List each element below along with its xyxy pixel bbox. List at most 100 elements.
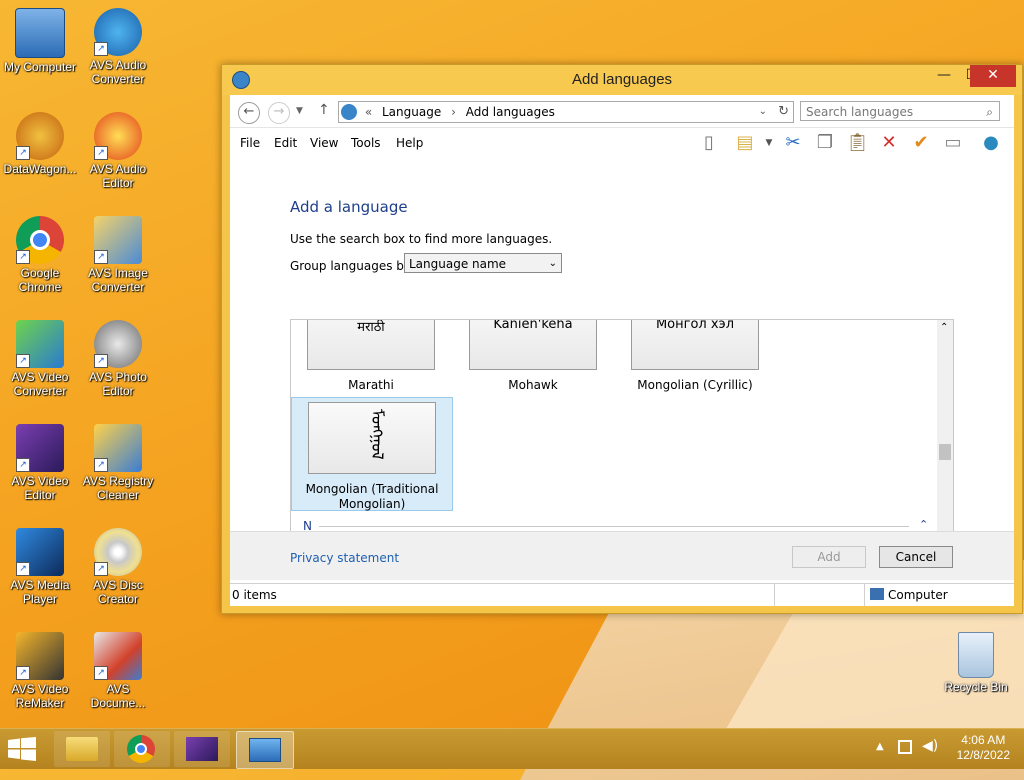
language-tile-preview: ᠮᠣᠩᠭᠣᠯ xyxy=(308,402,436,474)
layout-pane-icon[interactable]: ▯ xyxy=(698,132,720,154)
volume-icon[interactable]: ◀) xyxy=(922,738,938,754)
cancel-button[interactable]: Cancel xyxy=(879,546,953,568)
address-bar[interactable]: « Language › Add languages ⌄ ↻ xyxy=(338,101,794,123)
photo-editor-icon: ↗ xyxy=(94,320,142,368)
desktop-icon-label: AVS Photo Editor xyxy=(89,370,147,398)
system-clock[interactable]: 4:06 AM 12/8/2022 xyxy=(957,733,1010,763)
network-icon[interactable] xyxy=(898,740,912,754)
group-by-label: Group languages by: xyxy=(290,259,415,273)
vertical-scrollbar[interactable]: ⌃ ⌄ xyxy=(937,320,953,549)
desktop-icon-avs-video-converter[interactable]: ↗ AVS Video Converter xyxy=(0,320,80,398)
dialog-footer: Privacy statement Add Cancel xyxy=(230,531,1014,580)
search-placeholder: Search languages xyxy=(806,105,914,119)
forward-button[interactable]: → xyxy=(268,102,290,124)
taskbar-chrome[interactable] xyxy=(114,731,170,767)
scrollbar-thumb[interactable] xyxy=(939,444,951,460)
video-remaker-icon: ↗ xyxy=(16,632,64,680)
group-by-select[interactable]: Language name ⌄ xyxy=(404,253,562,273)
scroll-up-icon[interactable]: ⌃ xyxy=(940,322,948,333)
collapse-chevron-icon[interactable]: ⌃ xyxy=(919,518,928,531)
language-native-name: मराठी xyxy=(357,320,385,335)
taskbar-file-explorer[interactable] xyxy=(54,731,110,767)
registry-cleaner-icon: ↗ xyxy=(94,424,142,472)
clock-date: 12/8/2022 xyxy=(956,748,1010,762)
window-title: Add languages xyxy=(571,71,673,88)
window-titlebar[interactable]: Add languages — ☐ ✕ xyxy=(222,65,1022,95)
search-input[interactable]: Search languages ⌕ xyxy=(800,101,1000,121)
refresh-icon[interactable]: ↻ xyxy=(778,102,789,122)
desktop-icon-avs-video-remaker[interactable]: ↗ AVS Video ReMaker xyxy=(0,632,80,710)
recent-locations-chevron-icon[interactable]: ▼ xyxy=(296,106,303,116)
film-strip-icon: ↗ xyxy=(16,424,64,472)
desktop-icon-avs-video-editor[interactable]: ↗ AVS Video Editor xyxy=(0,424,80,502)
language-tile-preview: मराठी xyxy=(307,320,435,370)
language-tile-mongolian-traditional[interactable]: ᠮᠣᠩᠭᠣᠯ Mongolian (Traditional Mongolian) xyxy=(291,397,453,511)
menu-tools[interactable]: Tools xyxy=(351,136,381,150)
menu-help[interactable]: Help xyxy=(396,136,423,150)
forward-arrow-icon: → xyxy=(273,104,285,119)
desktop-icon-datawagon[interactable]: ↗ DataWagon... xyxy=(0,112,80,176)
language-native-name: Монгол хэл xyxy=(655,319,735,332)
search-hint-text: Use the search box to find more language… xyxy=(290,232,553,246)
window-client-area: ← → ▼ ↑ « Language › Add languages ⌄ ↻ S… xyxy=(230,95,1014,606)
cut-icon[interactable]: ✂ xyxy=(782,132,804,154)
chrome-icon: ↗ xyxy=(16,216,64,264)
desktop-icon-avs-disc-creator[interactable]: ↗ AVS Disc Creator xyxy=(78,528,158,606)
chevron-down-icon: ⌄ xyxy=(548,258,557,269)
control-panel-icon xyxy=(249,738,281,762)
desktop-icon-avs-image-converter[interactable]: ↗ AVS Image Converter xyxy=(78,216,158,294)
chrome-center-icon xyxy=(135,743,147,755)
copy-icon[interactable]: ❐ xyxy=(814,132,836,154)
menu-edit[interactable]: Edit xyxy=(274,136,297,150)
menu-view[interactable]: View xyxy=(310,136,338,150)
desktop-icon-avs-document-converter[interactable]: ↗ AVS Docume... xyxy=(78,632,158,710)
language-tile-marathi[interactable]: मराठी Marathi xyxy=(291,320,451,392)
paste-icon[interactable]: 📋︎ xyxy=(846,132,869,154)
up-arrow-icon[interactable]: ↑ xyxy=(318,102,330,118)
desktop-icon-my-computer[interactable]: My Computer xyxy=(0,8,80,74)
address-overflow[interactable]: « xyxy=(365,102,372,122)
desktop-icon-avs-photo-editor[interactable]: ↗ AVS Photo Editor xyxy=(78,320,158,398)
recycle-bin-icon xyxy=(958,632,994,678)
breadcrumb-language[interactable]: Language xyxy=(382,102,441,122)
desktop-icon-label: Google Chrome xyxy=(18,266,62,294)
menu-bar: File Edit View Tools Help ▯ ▤ ▼ ✂ ❐ 📋︎ ✕… xyxy=(230,128,1014,159)
checkmark-icon[interactable]: ✔ xyxy=(910,132,932,154)
privacy-statement-link[interactable]: Privacy statement xyxy=(290,551,399,565)
close-button[interactable]: ✕ xyxy=(970,65,1016,87)
language-tile-preview: Kanien'kéha xyxy=(469,320,597,370)
show-hidden-icons-icon[interactable]: ▲ xyxy=(876,741,884,752)
desktop-icon-label: AVS Media Player xyxy=(10,578,70,606)
taskbar-control-panel[interactable] xyxy=(236,731,294,769)
desktop-icon-recycle-bin[interactable]: Recycle Bin xyxy=(936,632,1016,694)
desktop-icon-avs-registry-cleaner[interactable]: ↗ AVS Registry Cleaner xyxy=(78,424,158,502)
language-tile-mohawk[interactable]: Kanien'kéha Mohawk xyxy=(453,320,613,392)
start-button[interactable] xyxy=(8,737,38,761)
desktop-icon-avs-audio-editor[interactable]: ↗ AVS Audio Editor xyxy=(78,112,158,190)
desktop-icon-avs-audio-converter[interactable]: ↗ AVS Audio Converter xyxy=(78,8,158,86)
desktop-icon-label: AVS Image Converter xyxy=(88,266,148,294)
properties-icon[interactable]: ▭ xyxy=(942,132,964,154)
language-tile-label: Mohawk xyxy=(508,378,558,392)
language-list[interactable]: मराठी Marathi Kanien'kéha Mohawk Монгол … xyxy=(290,319,954,550)
address-dropdown-icon[interactable]: ⌄ xyxy=(759,102,767,122)
menu-file[interactable]: File xyxy=(240,136,260,150)
back-arrow-icon: ← xyxy=(243,104,255,119)
add-button[interactable]: Add xyxy=(792,546,866,568)
status-item-count: 0 items xyxy=(232,588,277,602)
taskbar-avs-video-editor[interactable] xyxy=(174,731,230,767)
delete-icon[interactable]: ✕ xyxy=(878,132,900,154)
desktop-icon-avs-media-player[interactable]: ↗ AVS Media Player xyxy=(0,528,80,606)
folder-options-chevron-icon[interactable]: ▼ xyxy=(758,132,780,154)
breadcrumb-add-languages[interactable]: Add languages xyxy=(466,102,555,122)
language-tile-mongolian-cyrillic[interactable]: Монгол хэл Mongolian (Cyrillic) xyxy=(615,319,775,392)
desktop-icon-label: AVS Registry Cleaner xyxy=(82,474,154,502)
clock-time: 4:06 AM xyxy=(961,733,1006,747)
desktop-icon-google-chrome[interactable]: ↗ Google Chrome xyxy=(0,216,80,294)
minimize-button[interactable]: — xyxy=(930,65,958,87)
globe-icon[interactable]: ● xyxy=(980,132,1002,154)
language-tile-label: Mongolian (Cyrillic) xyxy=(637,378,753,392)
language-tile-label: Mongolian (Traditional Mongolian) xyxy=(305,482,439,511)
folder-options-icon[interactable]: ▤ xyxy=(734,132,756,154)
back-button[interactable]: ← xyxy=(238,102,260,124)
